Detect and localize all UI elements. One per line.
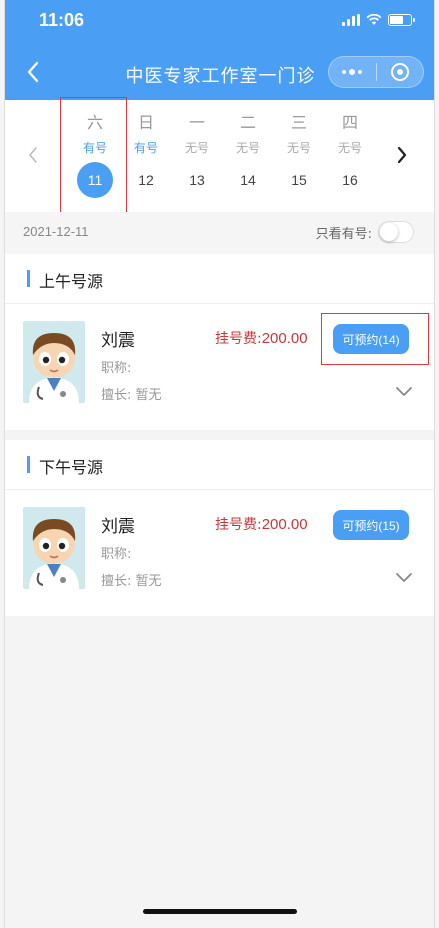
next-week-button[interactable]	[390, 140, 414, 170]
registration-fee: 挂号费:200.00	[215, 514, 308, 534]
date-number: 15	[291, 172, 307, 188]
weekday-label: 一	[188, 113, 205, 132]
availability-label: 无号	[235, 141, 260, 155]
availability-label: 有号	[82, 141, 107, 155]
doctor-name: 刘震	[101, 331, 135, 351]
chevron-down-icon[interactable]	[394, 384, 414, 398]
close-program-button[interactable]	[377, 57, 424, 87]
chevron-down-icon[interactable]	[394, 570, 414, 584]
chevron-left-icon	[29, 147, 37, 163]
only-available-label: 只看有号:	[315, 227, 372, 242]
weekday-label: 四	[341, 113, 358, 132]
registration-fee: 挂号费:200.00	[215, 328, 308, 348]
section-title: 上午号源	[39, 272, 104, 291]
afternoon-section: 下午号源 刘震 挂号费:200.00 可预约(15) 职称: 擅长: 暂无	[5, 440, 434, 616]
date-number: 11	[77, 162, 113, 198]
book-appointment-button[interactable]: 可预约(14)	[333, 324, 409, 354]
section-accent-bar	[27, 270, 30, 287]
more-dots-icon	[342, 69, 363, 75]
fee-amount: 200.00	[261, 516, 308, 533]
section-header: 上午号源	[5, 254, 434, 304]
status-icons	[342, 14, 415, 26]
weekday-label: 日	[137, 113, 154, 132]
weekday-label: 六	[86, 113, 103, 132]
filter-bar: 2021-12-11 只看有号:	[5, 212, 434, 254]
target-icon	[390, 63, 409, 81]
doctor-avatar	[23, 321, 85, 403]
mini-program-capsule	[328, 56, 424, 88]
morning-section: 上午号源 刘震 挂号费:200.00 可预约(14) 职称: 擅长: 暂无	[5, 254, 434, 430]
only-available-toggle[interactable]	[378, 221, 414, 243]
day-item[interactable]: 一 无号 13	[177, 112, 217, 198]
day-item[interactable]: 四 无号 16	[330, 112, 370, 198]
availability-label: 无号	[286, 141, 311, 155]
app-frame: 11:06 中医专家工作室一门诊 六 有号 11 日 有号 12 一 无号 13…	[4, 0, 435, 928]
day-item[interactable]: 三 无号 15	[279, 112, 319, 198]
status-time: 11:06	[39, 10, 85, 30]
section-accent-bar	[27, 456, 30, 473]
weekday-label: 三	[290, 113, 307, 132]
section-title: 下午号源	[39, 458, 104, 477]
availability-label: 无号	[184, 141, 209, 155]
toggle-knob	[380, 223, 398, 241]
day-item[interactable]: 六 有号 11	[75, 112, 115, 198]
header: 11:06 中医专家工作室一门诊	[5, 0, 434, 100]
wifi-icon	[366, 14, 382, 25]
day-item[interactable]: 二 无号 14	[228, 112, 268, 198]
day-item[interactable]: 日 有号 12	[126, 112, 166, 198]
date-number: 13	[189, 172, 205, 188]
date-number: 12	[138, 172, 154, 188]
doctor-name: 刘震	[101, 517, 135, 537]
availability-label: 无号	[337, 141, 362, 155]
doctor-title: 职称:	[101, 547, 132, 562]
more-button[interactable]	[329, 57, 376, 87]
availability-label: 有号	[133, 141, 158, 155]
fee-label: 挂号费:	[215, 331, 262, 347]
prev-week-button[interactable]	[21, 140, 45, 170]
doctor-title: 职称:	[101, 361, 132, 376]
home-indicator	[143, 909, 297, 914]
section-header: 下午号源	[5, 440, 434, 490]
date-number: 16	[342, 172, 358, 188]
doctor-card[interactable]: 刘震 挂号费:200.00 可预约(14) 职称: 擅长: 暂无	[5, 304, 434, 429]
chevron-right-icon	[397, 146, 407, 164]
date-number: 14	[240, 172, 256, 188]
book-appointment-button[interactable]: 可预约(15)	[333, 510, 409, 540]
selected-date: 2021-12-11	[23, 224, 89, 239]
date-selector: 六 有号 11 日 有号 12 一 无号 13 二 无号 14 三 无号 15 …	[5, 97, 434, 213]
signal-icon	[342, 14, 360, 26]
doctor-specialty: 擅长: 暂无	[101, 574, 162, 589]
fee-amount: 200.00	[261, 330, 308, 347]
fee-label: 挂号费:	[215, 517, 262, 533]
battery-icon	[388, 14, 415, 26]
doctor-avatar	[23, 507, 85, 589]
doctor-card[interactable]: 刘震 挂号费:200.00 可预约(15) 职称: 擅长: 暂无	[5, 490, 434, 615]
weekday-label: 二	[239, 113, 256, 132]
doctor-specialty: 擅长: 暂无	[101, 388, 162, 403]
